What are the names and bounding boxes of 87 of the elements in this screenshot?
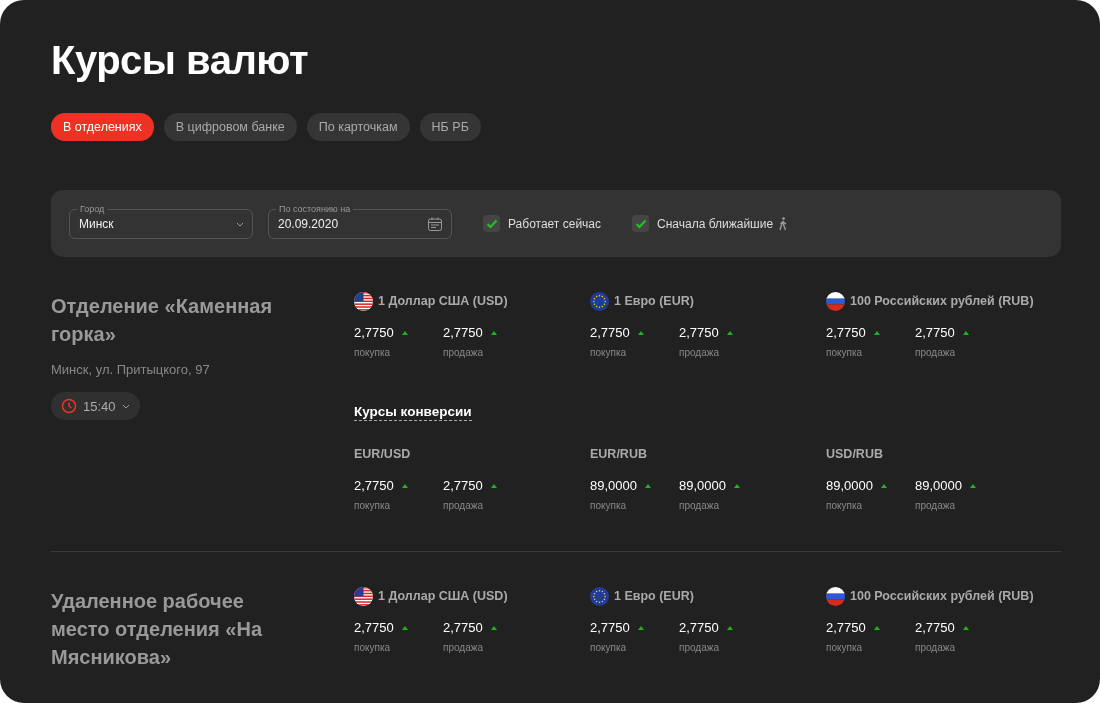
sell-rate: 2,7750 — [915, 620, 955, 635]
up-arrow-icon — [645, 483, 651, 488]
buy-rate: 2,7750 — [354, 620, 394, 635]
buy-label: покупка — [826, 500, 864, 511]
sell-rate: 2,7750 — [679, 620, 719, 635]
currency-title: 1 Доллар США (USD) — [378, 589, 508, 603]
buy-rate: 2,7750 — [590, 325, 630, 340]
buy-label: покупка — [354, 500, 392, 511]
up-arrow-icon — [873, 330, 880, 335]
buy-label: покупка — [354, 642, 392, 653]
sell-rate: 89,0000 — [679, 478, 726, 493]
sell-rate: 2,7750 — [679, 325, 719, 340]
buy-label: покупка — [590, 347, 628, 358]
currency-title: 1 Доллар США (USD) — [378, 294, 508, 308]
up-arrow-icon — [637, 625, 644, 630]
sell-label: продажа — [443, 347, 484, 358]
sell-label: продажа — [679, 347, 720, 358]
up-arrow-icon — [734, 483, 740, 488]
checkbox-label: Работает сейчас — [508, 216, 601, 231]
up-arrow-icon — [401, 330, 408, 335]
tab[interactable]: В отделениях — [51, 113, 154, 141]
sell-label: продажа — [443, 500, 484, 511]
sell-label: продажа — [443, 642, 484, 653]
up-arrow-icon — [401, 483, 408, 488]
tab[interactable]: В цифровом банке — [163, 113, 297, 141]
buy-rate: 89,0000 — [826, 478, 873, 493]
buy-rate: 2,7750 — [354, 478, 394, 493]
page-title: Курсы валют — [51, 37, 310, 84]
currency-title: EUR/RUB — [590, 447, 647, 461]
buy-label: покупка — [354, 347, 392, 358]
ru-flag-icon — [826, 586, 845, 606]
up-arrow-icon — [970, 483, 976, 488]
up-arrow-icon — [490, 625, 497, 630]
walking-person-icon — [778, 216, 789, 231]
up-arrow-icon — [881, 483, 887, 488]
conversion-rates-link[interactable]: Курсы конверсии — [354, 404, 472, 421]
buy-label: покупка — [826, 347, 864, 358]
currency-title: USD/RUB — [826, 447, 883, 461]
hours-button[interactable]: 15:40 — [51, 392, 140, 420]
sell-label: продажа — [915, 347, 956, 358]
currency-title: 1 Евро (EUR) — [614, 589, 694, 603]
up-arrow-icon — [490, 330, 497, 335]
checkbox[interactable] — [483, 215, 500, 232]
up-arrow-icon — [873, 625, 880, 630]
sell-rate: 2,7750 — [915, 325, 955, 340]
sell-label: продажа — [915, 642, 956, 653]
sell-rate: 89,0000 — [915, 478, 962, 493]
sell-rate: 2,7750 — [443, 478, 483, 493]
buy-rate: 2,7750 — [826, 620, 866, 635]
branch-address: Минск, ул. Притыцкого, 97 — [51, 362, 211, 377]
up-arrow-icon — [637, 330, 644, 335]
checkbox-label: Сначала ближайшие — [657, 216, 774, 231]
ru-flag-icon — [826, 291, 845, 311]
up-arrow-icon — [401, 625, 408, 630]
us-flag-icon — [354, 586, 373, 606]
up-arrow-icon — [962, 330, 969, 335]
currency-title: 1 Евро (EUR) — [614, 294, 694, 308]
sell-label: продажа — [679, 500, 720, 511]
buy-rate: 2,7750 — [590, 620, 630, 635]
buy-label: покупка — [826, 642, 864, 653]
chevron-down-icon — [121, 402, 130, 410]
buy-rate: 2,7750 — [826, 325, 866, 340]
up-arrow-icon — [962, 625, 969, 630]
calendar-icon — [427, 215, 443, 232]
up-arrow-icon — [726, 625, 733, 630]
up-arrow-icon — [726, 330, 733, 335]
tab[interactable]: НБ РБ — [419, 113, 481, 141]
currency-title: 100 Российских рублей (RUB) — [850, 294, 1034, 308]
us-flag-icon — [354, 291, 373, 311]
sell-rate: 2,7750 — [443, 620, 483, 635]
eu-flag-icon — [590, 586, 609, 606]
branch-name: Отделение «Каменная горка» — [51, 294, 274, 347]
tab[interactable]: По карточкам — [306, 113, 410, 141]
sell-label: продажа — [915, 500, 956, 511]
checkbox[interactable] — [632, 215, 649, 232]
sell-label: продажа — [679, 642, 720, 653]
sell-rate: 2,7750 — [443, 325, 483, 340]
buy-rate: 89,0000 — [590, 478, 637, 493]
buy-label: покупка — [590, 500, 628, 511]
currency-title: EUR/USD — [354, 447, 411, 461]
branch-name: Удаленное рабочее место отделения «На Мясникова» — [51, 589, 264, 670]
buy-label: покупка — [590, 642, 628, 653]
clock-icon — [61, 398, 77, 414]
buy-rate: 2,7750 — [354, 325, 394, 340]
up-arrow-icon — [490, 483, 497, 488]
currency-title: 100 Российских рублей (RUB) — [850, 589, 1034, 603]
eu-flag-icon — [590, 291, 609, 311]
